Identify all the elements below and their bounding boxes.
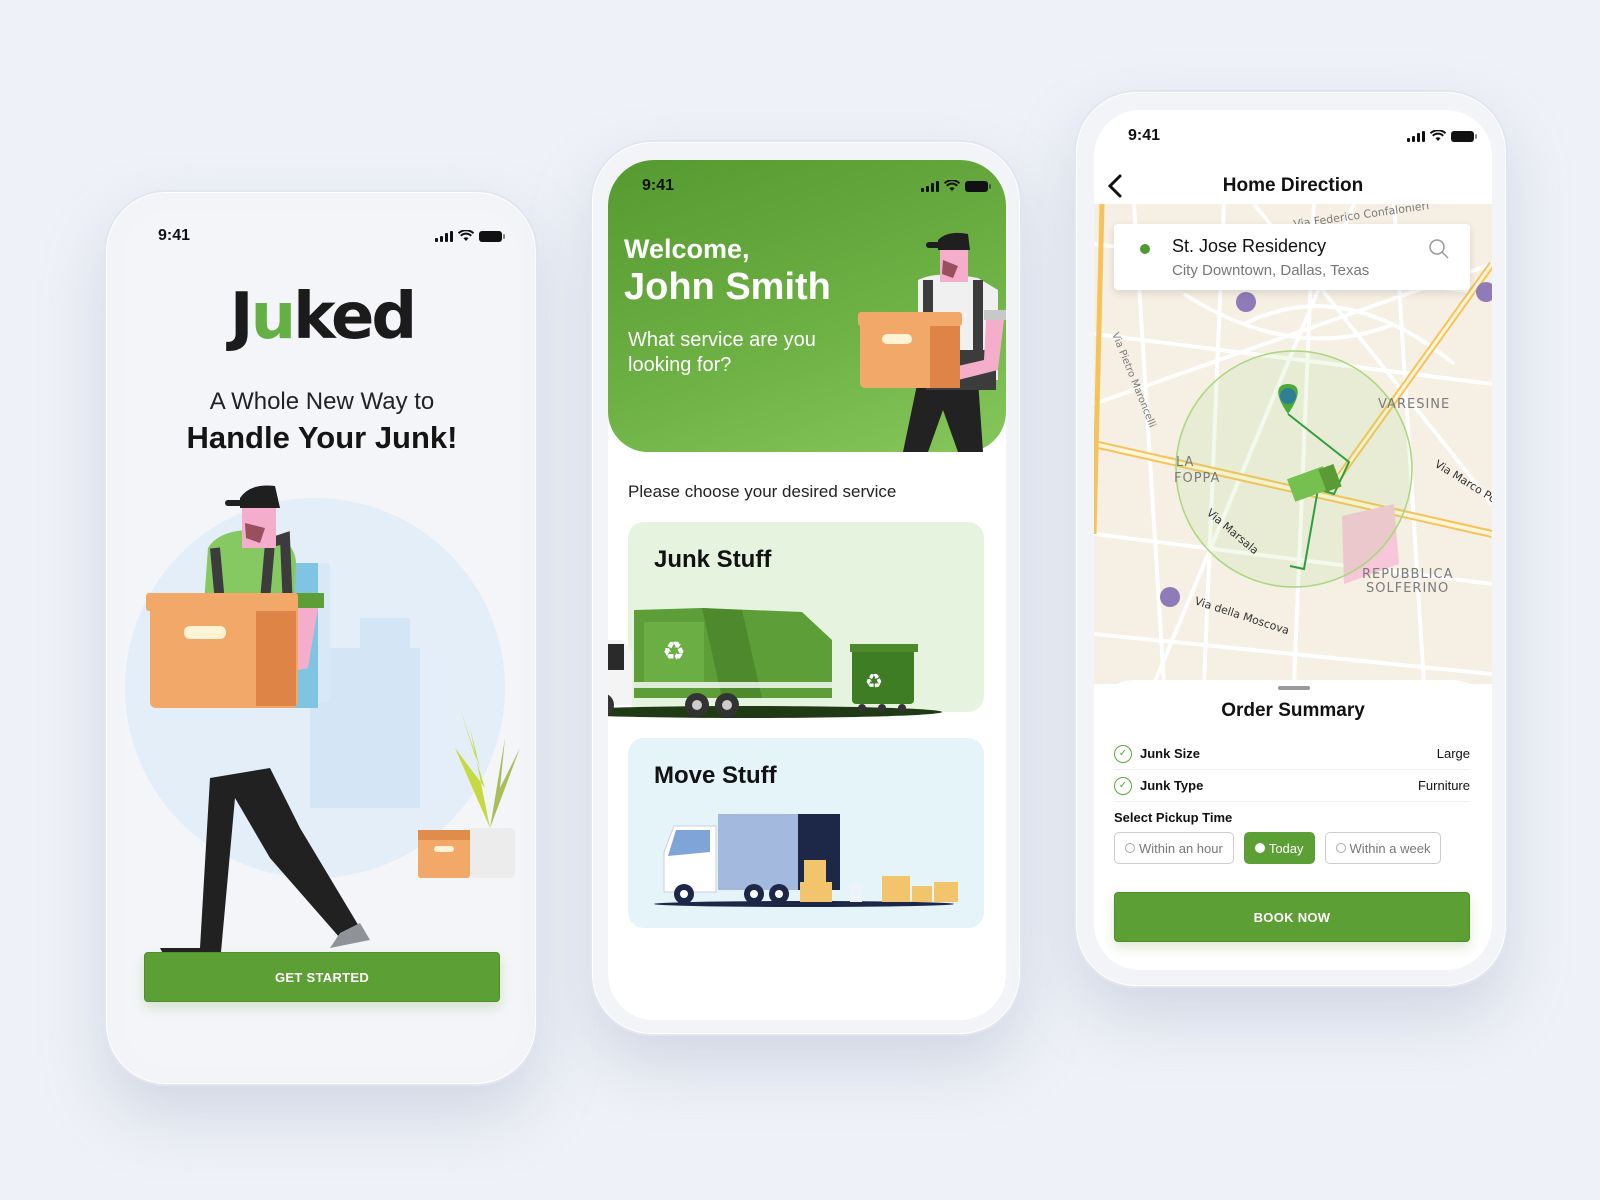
status-bar: 9:41 [124,224,520,248]
summary-row-junk-size: ✓ Junk Size Large [1114,738,1470,770]
pickup-option-today[interactable]: Today [1243,832,1315,864]
welcome-label: Welcome, [624,234,750,264]
search-icon[interactable] [1428,238,1450,260]
direction-screen: 9:41 Home Direction Via Federico Confalo… [1094,110,1492,970]
svg-text:♻: ♻ [662,637,685,667]
order-summary-title: Order Summary [1221,700,1365,721]
mover-illustration [858,232,1006,452]
option-label: Today [1268,840,1304,856]
battery-icon [1451,130,1477,142]
tagline-line1: A Whole New Way to [209,388,435,415]
radio-icon [1125,843,1135,853]
svg-text:FOPPA: FOPPA [1174,471,1220,486]
app-logo: Juked [124,280,520,354]
row-label: Junk Type [1140,778,1204,793]
option-label: Within a week [1349,840,1431,856]
radio-checked-icon [1254,843,1265,853]
option-label: Within an hour [1139,840,1223,856]
logo-ked: ked [293,280,417,354]
book-now-button[interactable]: BOOK NOW [1114,892,1470,942]
location-address: City Downtown, Dallas, Texas [1172,262,1370,279]
service-title: Junk Stuff [654,546,772,573]
logo-j: J [229,280,254,354]
radio-icon [1335,843,1346,853]
svg-text:LA: LA [1176,455,1194,470]
svg-text:Via Pietro Maroncelli: Via Pietro Maroncelli [1109,331,1157,429]
welcome-header: 9:41 Welcome, John Smith What service ar… [608,160,1006,452]
get-started-button[interactable]: GET STARTED [144,952,500,1002]
service-question: What service are you looking for? [628,329,816,376]
svg-text:SOLFERINO: SOLFERINO [1366,581,1449,596]
battery-icon [965,180,991,192]
pickup-time-label: Select Pickup Time [1114,810,1233,825]
battery-icon [479,230,505,242]
status-time: 9:41 [642,177,675,194]
pickup-option-within-week[interactable]: Within a week [1324,832,1442,864]
garbage-truck-illustration: ♻ ♻ [608,608,942,718]
service-card-move[interactable]: Move Stuff [628,738,984,928]
tagline-line2: Handle Your Junk! [186,420,458,455]
row-label: Junk Size [1140,746,1200,761]
choose-service-prompt: Please choose your desired service [628,482,897,501]
signal-icon [1407,130,1425,142]
moving-truck-illustration [654,814,958,907]
pickup-time-options: Within an hour Today Within a week [1114,832,1442,864]
svg-text:REPUBBLICA: REPUBBLICA [1362,567,1454,582]
row-value: Furniture [1417,778,1470,793]
service-screen: 9:41 Welcome, John Smith What service ar… [608,160,1006,1020]
signal-icon [435,230,453,242]
drag-handle[interactable] [1278,686,1310,690]
phone-onboarding: 9:41 Juked A Whole New Way to Handle You… [104,190,538,1086]
location-search-card[interactable]: St. Jose Residency City Downtown, Dallas… [1114,224,1470,290]
service-title: Move Stuff [654,762,777,789]
mover-illustration [125,485,520,968]
logo-u: u [250,280,297,354]
row-value: Large [1436,746,1470,761]
signal-icon [921,180,939,192]
status-bar: 9:41 [608,174,1006,198]
location-name: St. Jose Residency [1172,236,1327,256]
check-circle-icon: ✓ [1114,744,1132,763]
phone-service-select: 9:41 Welcome, John Smith What service ar… [590,140,1022,1036]
check-circle-icon: ✓ [1114,776,1132,795]
svg-text:VARESINE: VARESINE [1378,397,1450,412]
svg-text:♻: ♻ [865,669,883,693]
location-dot-icon [1140,244,1150,254]
status-time: 9:41 [158,227,191,244]
wifi-icon [944,180,960,191]
wifi-icon [458,230,474,241]
order-summary-sheet: Order Summary ✓ Junk Size Large ✓ Junk T… [1094,680,1492,970]
onboarding-screen: 9:41 Juked A Whole New Way to Handle You… [124,210,520,1068]
wifi-icon [1430,130,1446,141]
status-time: 9:41 [1128,127,1161,144]
page-title: Home Direction [1222,175,1364,196]
pickup-option-within-hour[interactable]: Within an hour [1114,832,1234,864]
summary-row-junk-type: ✓ Junk Type Furniture [1114,770,1470,802]
status-bar: 9:41 [1094,124,1492,148]
user-name: John Smith [624,266,831,308]
phone-home-direction: 9:41 Home Direction Via Federico Confalo… [1074,90,1508,988]
